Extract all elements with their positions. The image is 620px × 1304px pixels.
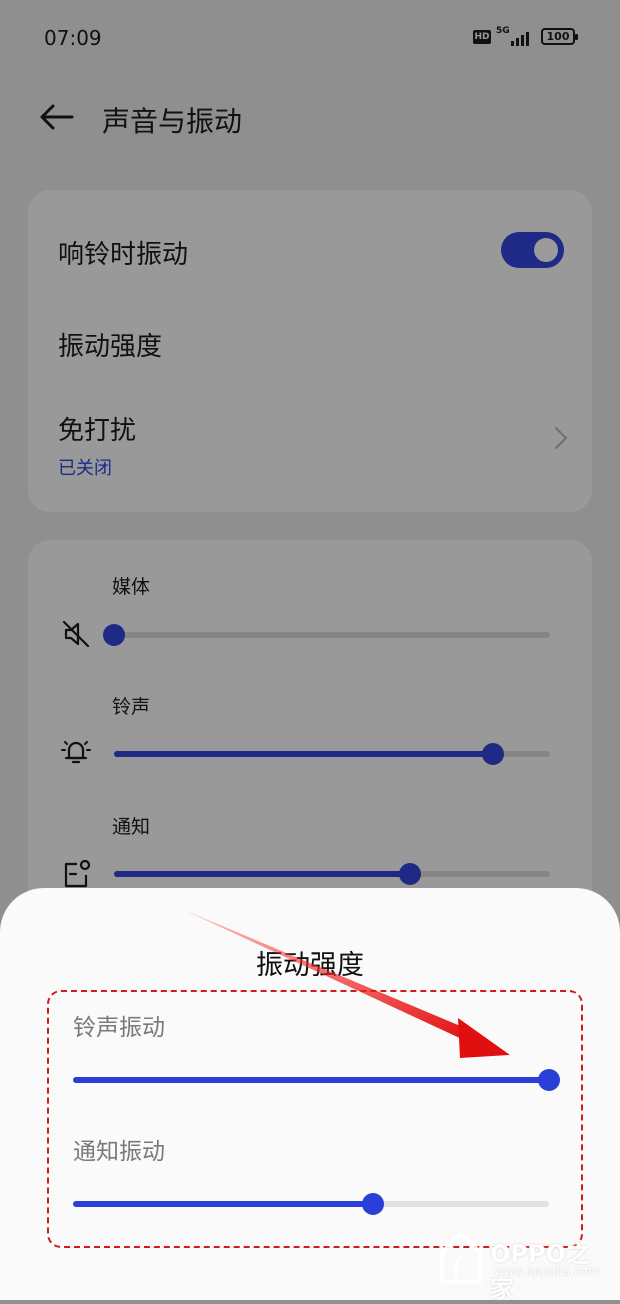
ring-vibration-fill	[73, 1077, 549, 1083]
notification-volume-slider[interactable]	[114, 863, 550, 885]
ring-vibrate-toggle[interactable]	[501, 232, 564, 268]
house-logo-icon	[440, 1232, 482, 1284]
ring-vibration-slider[interactable]	[73, 1069, 560, 1091]
notification-vibration-slider[interactable]	[73, 1193, 549, 1215]
vibration-settings-card: 响铃时振动 振动强度 免打扰 已关闭	[28, 190, 592, 512]
notification-vibration-label: 通知振动	[73, 1139, 165, 1165]
notification-vibration-thumb[interactable]	[361, 1193, 384, 1215]
network-type: 5G	[496, 26, 510, 36]
media-volume-label: 媒体	[112, 576, 151, 598]
hd-icon: HD	[473, 30, 491, 44]
status-time: 07:09	[44, 26, 102, 50]
chevron-right-icon[interactable]	[544, 426, 568, 450]
watermark: OPPO之家 www.oppojia.com	[438, 1228, 608, 1303]
notification-volume-label: 通知	[112, 816, 151, 838]
notification-volume-thumb[interactable]	[399, 863, 422, 885]
media-volume-slider[interactable]	[103, 624, 550, 646]
settings-page: 07:09 HD 5G 100 声音与振动 响铃时振动 振动强度 免打扰 已关闭…	[0, 0, 620, 1303]
toggle-knob	[534, 238, 558, 262]
dnd-item-label[interactable]: 免打扰	[58, 410, 136, 447]
speaker-muted-icon[interactable]	[60, 618, 92, 650]
ringtone-volume-slider[interactable]	[114, 743, 550, 765]
ringtone-volume-thumb[interactable]	[482, 743, 505, 765]
ring-vibration-thumb[interactable]	[538, 1069, 560, 1091]
notification-volume-fill	[114, 871, 411, 877]
bell-icon	[61, 741, 91, 764]
sheet-title: 振动强度	[256, 950, 364, 981]
battery-icon: 100	[541, 28, 578, 45]
ring-vibration-label: 铃声振动	[73, 1015, 165, 1041]
ringtone-volume-fill	[114, 751, 494, 757]
dnd-status: 已关闭	[58, 458, 112, 479]
ringtone-volume-label: 铃声	[112, 696, 151, 718]
back-arrow-icon[interactable]	[38, 102, 74, 132]
vibration-strength-item[interactable]: 振动强度	[58, 326, 162, 363]
page-title: 声音与振动	[102, 105, 243, 138]
notification-vibration-fill	[73, 1201, 373, 1207]
watermark-url: www.oppojia.com	[494, 1264, 600, 1278]
ring-vibrate-label: 响铃时振动	[58, 240, 189, 270]
signal-icon	[511, 30, 535, 46]
notification-icon	[64, 859, 91, 888]
media-volume-thumb[interactable]	[103, 624, 125, 646]
